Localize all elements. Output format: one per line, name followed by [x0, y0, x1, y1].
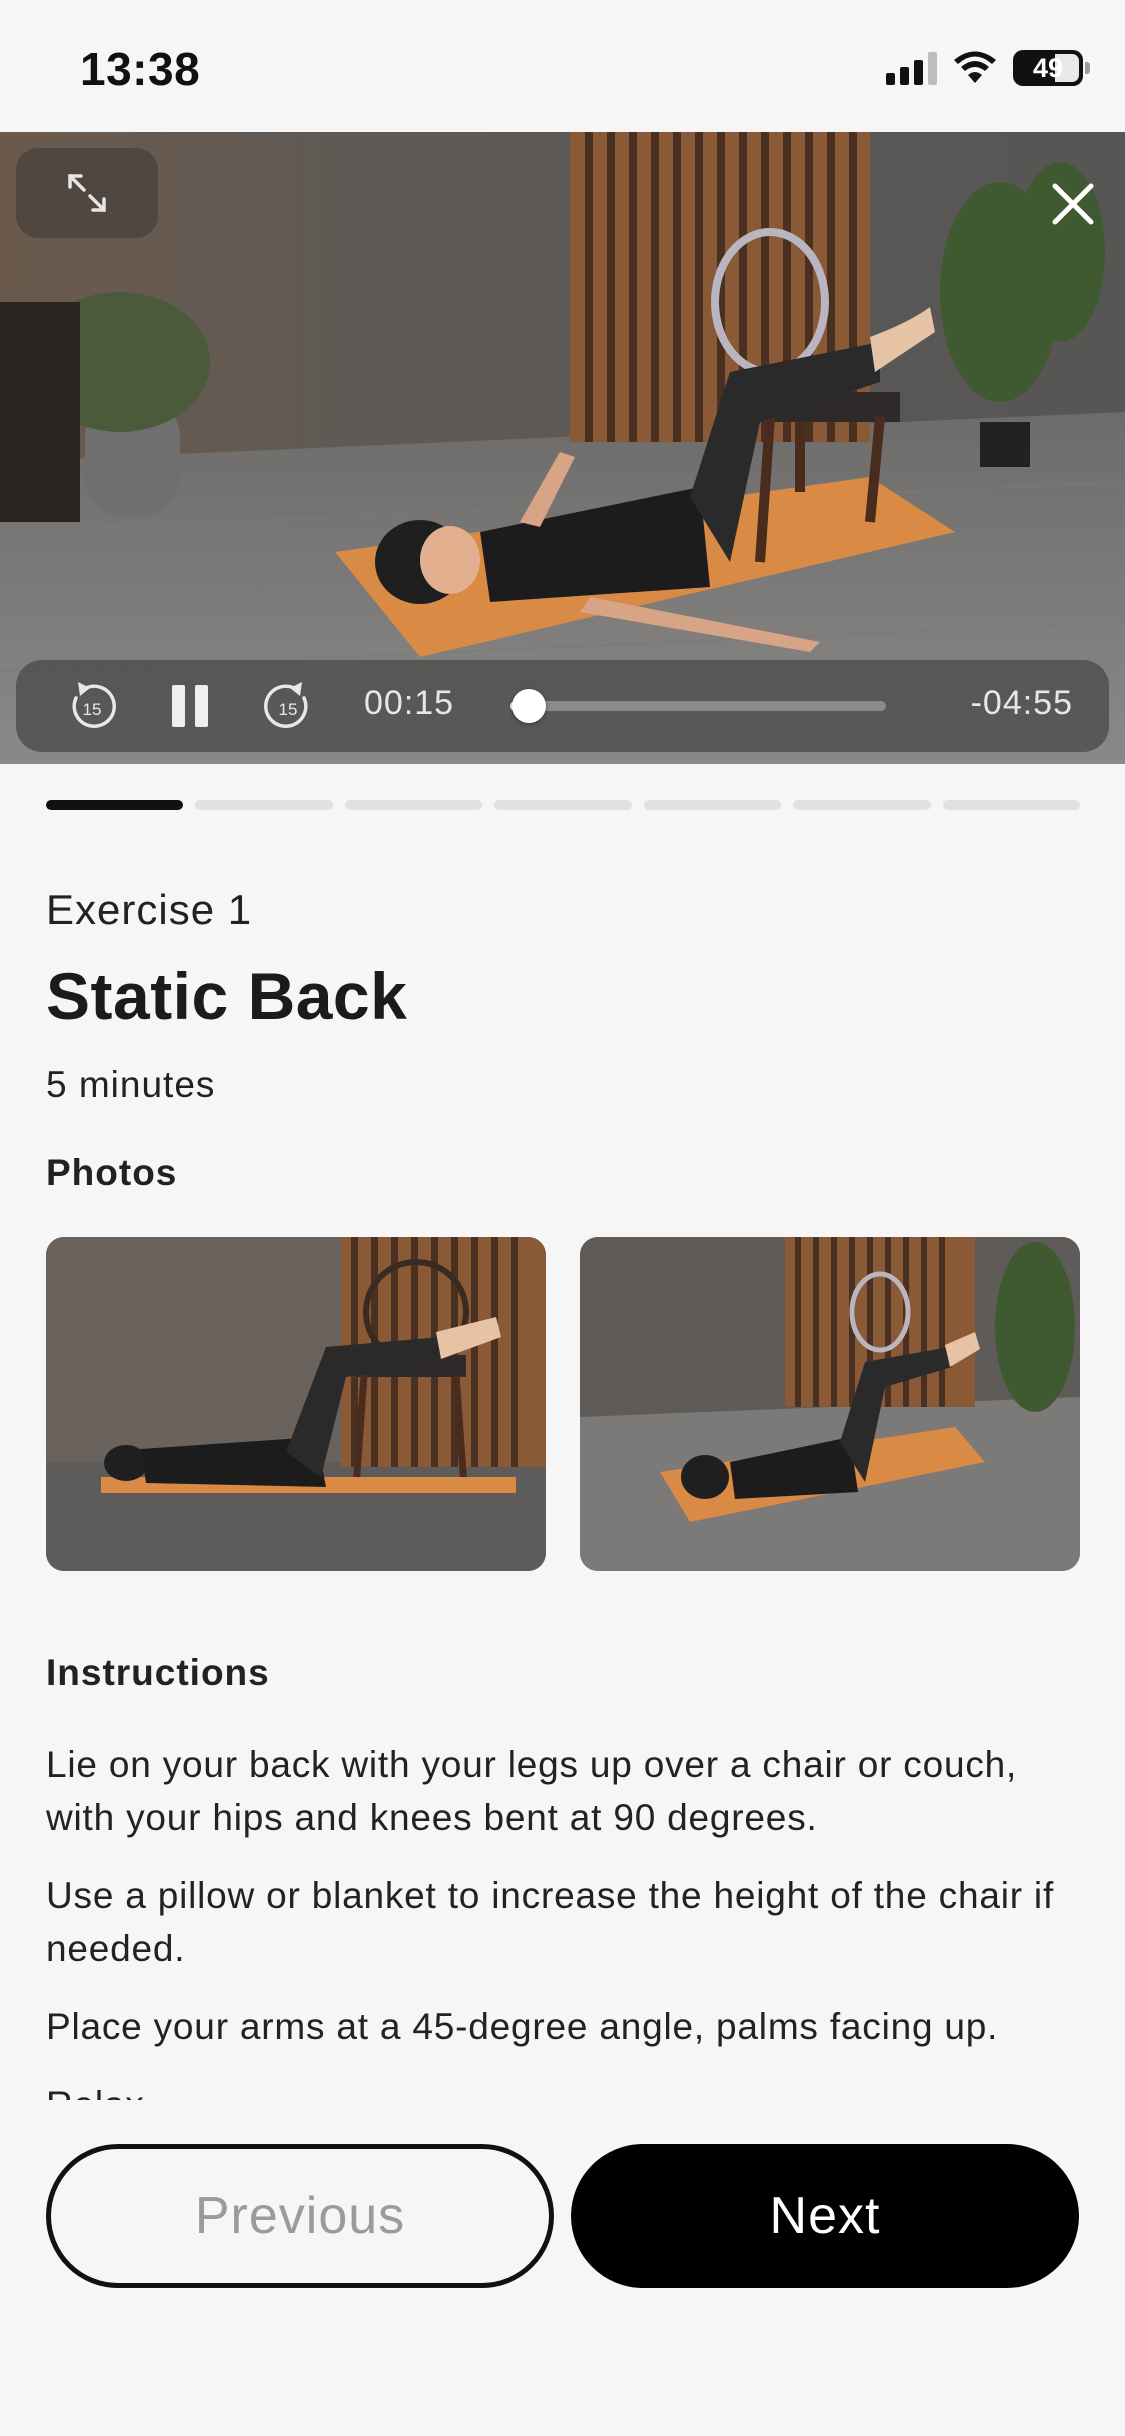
- status-icons: 49: [886, 48, 1090, 88]
- expand-icon: [68, 174, 106, 212]
- skip-back-icon: 15: [72, 682, 116, 728]
- progress-segment: [46, 800, 184, 810]
- instructions-heading: Instructions: [46, 1652, 270, 1693]
- progress-segment: [195, 800, 333, 810]
- photo-side-view[interactable]: [46, 1237, 546, 1571]
- photo-angle-view[interactable]: [580, 1237, 1080, 1571]
- exercise-progress-segments: [46, 800, 1080, 810]
- expand-button[interactable]: [16, 148, 158, 238]
- battery-level: 49: [1032, 52, 1064, 83]
- close-icon: [1052, 183, 1094, 225]
- skip-forward-button[interactable]: 15: [256, 674, 320, 738]
- video-player[interactable]: 15 15 00:15 -04:55: [0, 132, 1125, 764]
- skip-forward-seconds: 15: [279, 700, 298, 719]
- playback-controls: 15 15 00:15 -04:55: [16, 660, 1109, 752]
- progress-segment: [494, 800, 632, 810]
- next-button[interactable]: Next: [571, 2144, 1079, 2288]
- instruction-paragraph: Relax: [46, 2078, 1086, 2100]
- instruction-paragraph: Place your arms at a 45-degree angle, pa…: [46, 2006, 999, 2047]
- skip-back-button[interactable]: 15: [60, 674, 124, 738]
- progress-knob[interactable]: [512, 689, 546, 723]
- previous-button[interactable]: Previous: [46, 2144, 554, 2288]
- pause-icon: [172, 685, 208, 727]
- signal-icon: [886, 51, 937, 85]
- exercise-duration: 5 minutes: [46, 1064, 216, 1105]
- photo-image: [580, 1237, 1080, 1571]
- progress-segment: [942, 800, 1080, 810]
- elapsed-time: 00:15: [364, 684, 455, 722]
- exercise-number: Exercise 1: [46, 886, 253, 933]
- status-bar: 13:38 49: [0, 0, 1125, 132]
- skip-forward-icon: 15: [264, 682, 308, 728]
- close-button[interactable]: [1043, 174, 1103, 234]
- remaining-time: -04:55: [970, 684, 1073, 722]
- skip-back-seconds: 15: [83, 700, 102, 719]
- photos-heading: Photos: [46, 1152, 178, 1193]
- instruction-paragraph: Use a pillow or blanket to increase the …: [46, 1875, 1055, 1969]
- pause-button[interactable]: [158, 674, 222, 738]
- progress-segment: [344, 800, 483, 810]
- instruction-paragraph: Lie on your back with your legs up over …: [46, 1744, 1018, 1838]
- progress-bar[interactable]: [510, 689, 886, 723]
- instructions-list: Lie on your back with your legs up over …: [46, 1738, 1086, 2100]
- wifi-icon: [954, 51, 996, 83]
- progress-segment: [793, 800, 931, 810]
- exercise-title: Static Back: [46, 959, 408, 1033]
- status-time: 13:38: [80, 43, 201, 95]
- photo-image: [46, 1237, 546, 1571]
- battery-icon: 49: [1013, 50, 1090, 86]
- progress-segment: [643, 800, 782, 810]
